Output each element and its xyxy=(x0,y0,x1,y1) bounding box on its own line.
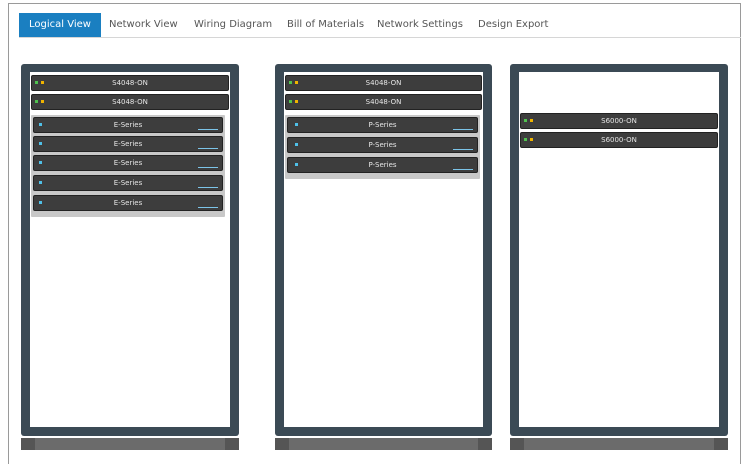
server-device[interactable]: P-Series xyxy=(287,157,478,173)
status-led-icon xyxy=(295,143,298,146)
rack-1[interactable]: S4048-ON S4048-ON E-Series E-Series E-Se… xyxy=(21,64,239,436)
switch-label: S4048-ON xyxy=(365,98,402,106)
server-device[interactable]: E-Series xyxy=(33,136,223,152)
switch-device[interactable]: S4048-ON xyxy=(285,75,482,91)
rack-3-base xyxy=(510,438,728,450)
status-led-icon xyxy=(289,100,292,103)
switch-label: S4048-ON xyxy=(112,98,148,106)
port-indicator xyxy=(453,129,473,130)
server-label: P-Series xyxy=(368,121,397,129)
server-device[interactable]: E-Series xyxy=(33,175,223,191)
status-led-icon xyxy=(35,100,38,103)
view-tabs: Logical View Network View Wiring Diagram… xyxy=(19,13,741,38)
status-led-icon xyxy=(530,138,533,141)
status-led-icon xyxy=(295,100,298,103)
server-label: E-Series xyxy=(113,159,143,167)
server-device[interactable]: E-Series xyxy=(33,117,223,133)
port-indicator xyxy=(198,148,218,149)
server-device[interactable]: P-Series xyxy=(287,137,478,153)
switch-device[interactable]: S6000-ON xyxy=(520,113,718,129)
server-label: E-Series xyxy=(113,179,143,187)
status-led-icon xyxy=(295,81,298,84)
port-indicator xyxy=(198,167,218,168)
switch-label: S6000-ON xyxy=(601,136,637,144)
status-led-icon xyxy=(39,142,42,145)
tab-bill-of-materials[interactable]: Bill of Materials xyxy=(287,13,364,37)
rack-2-base xyxy=(275,438,492,450)
server-label: P-Series xyxy=(368,161,397,169)
switch-label: S6000-ON xyxy=(601,117,637,125)
status-led-icon xyxy=(39,123,42,126)
port-indicator xyxy=(453,169,473,170)
server-device[interactable]: P-Series xyxy=(287,117,478,133)
switch-device[interactable]: S6000-ON xyxy=(520,132,718,148)
tab-logical-view[interactable]: Logical View xyxy=(19,13,101,37)
port-indicator xyxy=(453,149,473,150)
server-label: P-Series xyxy=(368,141,397,149)
server-label: E-Series xyxy=(113,121,143,129)
server-label: E-Series xyxy=(113,140,143,148)
rack-1-base xyxy=(21,438,239,450)
port-indicator xyxy=(198,207,218,208)
status-led-icon xyxy=(35,81,38,84)
status-led-icon xyxy=(39,181,42,184)
tab-network-settings[interactable]: Network Settings xyxy=(377,13,463,37)
status-led-icon xyxy=(524,119,527,122)
port-indicator xyxy=(198,129,218,130)
status-led-icon xyxy=(295,123,298,126)
status-led-icon xyxy=(41,81,44,84)
status-led-icon xyxy=(530,119,533,122)
server-label: E-Series xyxy=(113,199,143,207)
status-led-icon xyxy=(41,100,44,103)
switch-label: S4048-ON xyxy=(365,79,402,87)
status-led-icon xyxy=(295,163,298,166)
status-led-icon xyxy=(39,161,42,164)
rack-2[interactable]: S4048-ON S4048-ON P-Series P-Series P-Se… xyxy=(275,64,492,436)
tab-wiring-diagram[interactable]: Wiring Diagram xyxy=(194,13,272,37)
status-led-icon xyxy=(39,201,42,204)
rack-3[interactable]: S6000-ON S6000-ON xyxy=(510,64,728,436)
switch-device[interactable]: S4048-ON xyxy=(31,94,229,110)
status-led-icon xyxy=(524,138,527,141)
port-indicator xyxy=(198,187,218,188)
server-device[interactable]: E-Series xyxy=(33,155,223,171)
server-device[interactable]: E-Series xyxy=(33,195,223,211)
switch-label: S4048-ON xyxy=(112,79,148,87)
tab-design-export[interactable]: Design Export xyxy=(478,13,548,37)
tab-network-view[interactable]: Network View xyxy=(109,13,178,37)
status-led-icon xyxy=(289,81,292,84)
switch-device[interactable]: S4048-ON xyxy=(31,75,229,91)
switch-device[interactable]: S4048-ON xyxy=(285,94,482,110)
